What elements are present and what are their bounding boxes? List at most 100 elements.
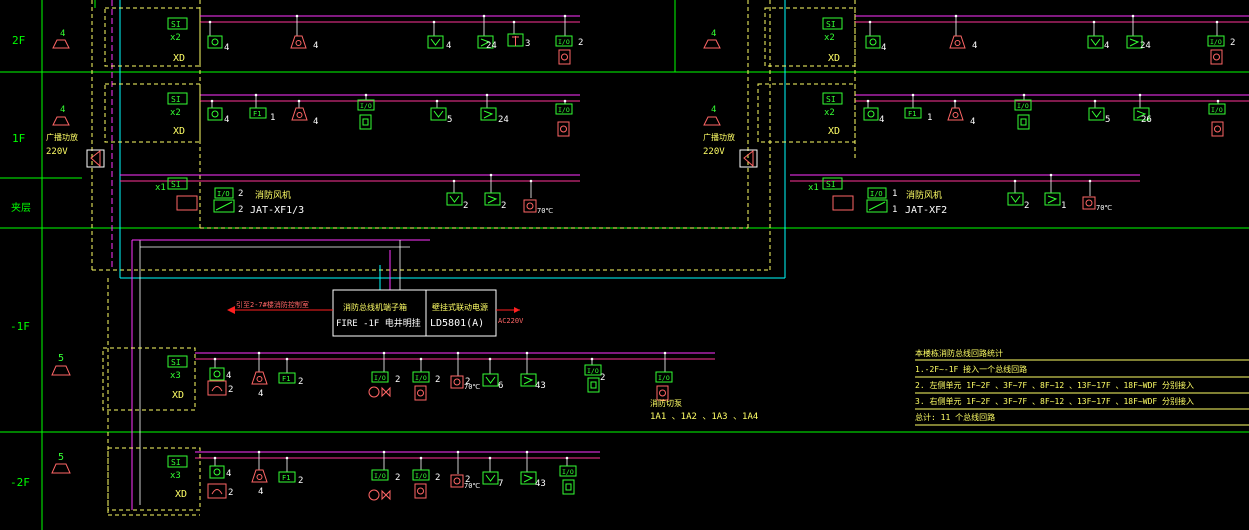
- junction-dot: [563, 14, 567, 18]
- xd-label: XD: [173, 126, 185, 137]
- svg-text:I/O: I/O: [374, 374, 386, 382]
- junction-dot: [525, 450, 529, 454]
- device-count: 2: [578, 38, 583, 48]
- io-module-icon: I/O: [412, 371, 430, 383]
- damper-icon: [414, 385, 427, 401]
- notes-line1: 1.-2F~-1F 接入一个总线回路: [915, 364, 1027, 374]
- junction-dot: [590, 357, 594, 361]
- svg-text:I/O: I/O: [1017, 102, 1029, 110]
- io-module-icon: I/O: [1014, 99, 1032, 111]
- junction-dot: [456, 351, 460, 355]
- damper-icon: [656, 385, 669, 401]
- svg-text:I/O: I/O: [558, 38, 570, 46]
- junction-dot: [488, 456, 492, 460]
- hydrant-button-icon: [520, 373, 537, 387]
- junction-dot: [1138, 93, 1142, 97]
- device-count: 7: [498, 479, 503, 489]
- svg-text:F1: F1: [253, 110, 261, 118]
- si-label: SI: [171, 95, 181, 104]
- panel-left-title: 消防总线机端子箱: [343, 302, 407, 312]
- damper-icon: [558, 49, 571, 65]
- junction-dot: [485, 93, 489, 97]
- junction-dot: [210, 99, 214, 103]
- junction-dot: [525, 351, 529, 355]
- temp-detector-icon: [523, 199, 537, 213]
- notes-total: 总计: 11 个总线回路: [915, 412, 995, 422]
- hydrant-button-icon: [484, 192, 501, 206]
- io-module-icon: I/O: [655, 371, 673, 383]
- si-label: SI: [826, 95, 836, 104]
- device-count: 4: [226, 371, 231, 381]
- junction-dot: [529, 179, 533, 183]
- junction-dot: [954, 14, 958, 18]
- xd-label: XD: [173, 53, 185, 64]
- io-module-icon: I/O: [559, 465, 577, 477]
- device-count: 1: [927, 113, 932, 123]
- notes-title: 本楼栋消防总线回路统计: [915, 348, 1003, 358]
- device-count: 4: [224, 115, 229, 125]
- device-count: 5: [1105, 115, 1110, 125]
- buses: [120, 15, 1249, 459]
- junction-dot: [565, 456, 569, 460]
- junction-dot: [364, 93, 368, 97]
- xd-label: XD: [828, 126, 840, 137]
- junction-dot: [208, 20, 212, 24]
- floor-label-1f: 1F: [12, 132, 25, 145]
- heat-detector-icon: [427, 35, 444, 49]
- svg-text:I/O: I/O: [1210, 38, 1222, 46]
- fan-right-io: I/O: [870, 190, 883, 198]
- fan-left-title: 消防风机: [255, 189, 291, 201]
- device-count: 43: [535, 381, 546, 391]
- fan-left-count: 2: [238, 189, 243, 199]
- junction-dot: [1131, 14, 1135, 18]
- fire-phone-icon: F1: [278, 372, 296, 384]
- panel-right-title: 壁挂式联动电源: [432, 302, 488, 312]
- temp-detector-icon: [450, 474, 464, 488]
- io-module-icon: I/O: [1208, 103, 1226, 115]
- xd-label: XD: [172, 390, 184, 401]
- device-count: 4: [970, 117, 975, 127]
- junction-dot: [456, 450, 460, 454]
- x3-label: x3: [170, 471, 181, 481]
- si-label: SI: [171, 458, 181, 467]
- alarm-bell-icon: [291, 107, 308, 121]
- floor-label-roof: 夹层: [11, 201, 31, 214]
- hydrant-button-icon: [1044, 192, 1061, 206]
- smoke-detector-icon: [207, 35, 223, 49]
- device-count: 2: [298, 476, 303, 486]
- spk-count-l2f: 4: [60, 29, 65, 39]
- fan-left-io: I/O: [217, 190, 230, 198]
- heat-detector-icon: [430, 107, 447, 121]
- svg-text:I/O: I/O: [415, 374, 427, 382]
- svg-text:I/O: I/O: [374, 472, 386, 480]
- link-text: 引至2-7#楼消防控制室: [236, 300, 309, 309]
- junction-dot: [911, 93, 915, 97]
- fan-right: I/O 1 消防风机 1 JAT-XF2: [832, 187, 947, 216]
- device-count: 2: [1230, 38, 1235, 48]
- panel-right-sub: LD5801(A): [430, 318, 484, 329]
- device-count: 4: [258, 389, 263, 399]
- speaker-symbols: [51, 39, 721, 474]
- junction-dot: [382, 450, 386, 454]
- si-label: SI: [826, 20, 836, 29]
- damper-icon: [1210, 49, 1223, 65]
- junction-dot: [435, 99, 439, 103]
- floor-label-b2: -2F: [10, 476, 30, 489]
- heat-detector-icon: [482, 373, 499, 387]
- device-count: 4: [881, 43, 886, 53]
- temp-label: 70℃: [537, 207, 553, 215]
- temp-detector-icon: [450, 375, 464, 389]
- device-count: 2: [465, 475, 470, 485]
- smoke-detector-icon: [207, 107, 223, 121]
- fireman-phone-icon: [207, 483, 227, 499]
- fan-right-title: 消防风机: [906, 189, 942, 201]
- monitor-module-icon: [359, 114, 372, 130]
- junction-dot: [1092, 20, 1096, 24]
- temp-label: 70℃: [1096, 204, 1112, 212]
- junction-dot: [563, 99, 567, 103]
- device-count: 43: [535, 479, 546, 489]
- monitor-module-icon: [587, 377, 600, 393]
- io-module-icon: I/O: [412, 469, 430, 481]
- io-module-icon: I/O: [584, 364, 602, 376]
- x1-label: x1: [808, 183, 819, 193]
